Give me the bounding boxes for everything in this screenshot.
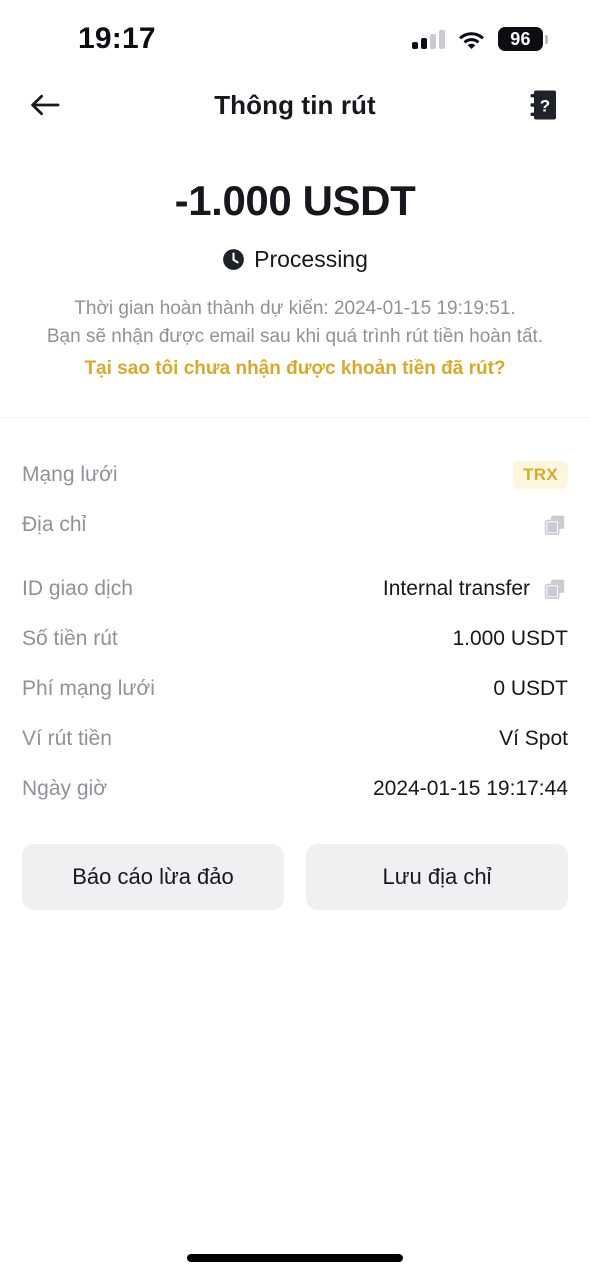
detail-value-txid: Internal transfer [382, 576, 530, 600]
copy-icon [544, 515, 565, 535]
completion-note-line-2: Bạn sẽ nhận được email sau khi quá trình… [46, 325, 544, 347]
copy-txid-button[interactable] [542, 576, 568, 602]
phone-screen: 19:17 96 Thông tin rút ? -1.000 USDT Pro… [0, 0, 590, 1280]
detail-label-wallet: Ví rút tiền [22, 726, 112, 750]
detail-label-amount: Số tiền rút [22, 626, 118, 650]
transaction-status: Processing [0, 246, 590, 273]
report-scam-button[interactable]: Báo cáo lừa đảo [22, 843, 284, 910]
detail-label-network: Mạng lưới [22, 462, 118, 486]
svg-text:?: ? [540, 97, 550, 116]
status-bar-time: 19:17 [78, 22, 156, 55]
copy-icon [544, 579, 565, 599]
detail-label-txid: ID giao dịch [22, 576, 133, 600]
detail-label-network-fee: Phí mạng lưới [22, 676, 155, 700]
action-buttons: Báo cáo lừa đảo Lưu địa chỉ [0, 814, 590, 910]
transaction-amount: -1.000 USDT [174, 177, 416, 224]
detail-row-datetime: Ngày giờ 2024-01-15 19:17:44 [22, 764, 568, 814]
status-label: Processing [254, 246, 368, 273]
detail-row-address: Địa chỉ [22, 500, 568, 550]
detail-value-network-fee: 0 USDT [493, 676, 568, 700]
status-bar-icons: 96 [412, 27, 548, 51]
transaction-details: Mạng lưới TRX Địa chỉ ID giao dịch Inter… [0, 418, 590, 814]
detail-row-txid: ID giao dịch Internal transfer [22, 564, 568, 614]
back-button[interactable] [22, 82, 68, 128]
detail-label-datetime: Ngày giờ [22, 776, 107, 800]
page-title: Thông tin rút [214, 89, 376, 120]
detail-row-wallet: Ví rút tiền Ví Spot [22, 714, 568, 764]
network-badge: TRX [513, 460, 568, 489]
battery-level-label: 96 [510, 29, 531, 49]
completion-note: Thời gian hoàn thành dự kiến: 2024-01-15… [0, 295, 590, 383]
nav-bar: Thông tin rút ? [0, 72, 590, 138]
status-bar: 19:17 96 [0, 0, 590, 72]
detail-row-network: Mạng lưới TRX [22, 450, 568, 500]
detail-row-amount: Số tiền rút 1.000 USDT [22, 614, 568, 664]
detail-label-address: Địa chỉ [22, 512, 87, 536]
help-book-icon: ? [530, 90, 556, 120]
detail-value-datetime: 2024-01-15 19:17:44 [373, 776, 568, 800]
completion-note-line-1: Thời gian hoàn thành dự kiến: 2024-01-15… [74, 298, 516, 320]
detail-value-amount: 1.000 USDT [452, 626, 568, 650]
back-arrow-icon [31, 94, 60, 116]
save-address-button[interactable]: Lưu địa chỉ [306, 843, 568, 910]
copy-address-button[interactable] [542, 512, 568, 538]
home-indicator[interactable] [187, 1254, 403, 1262]
details-spacer [22, 550, 568, 564]
transaction-summary: -1.000 USDT Processing Thời gian hoàn th… [0, 138, 590, 417]
detail-value-wallet: Ví Spot [499, 726, 568, 750]
wifi-icon [459, 32, 484, 49]
battery-icon: 96 [498, 27, 548, 51]
help-button[interactable]: ? [522, 83, 566, 127]
detail-row-network-fee: Phí mạng lưới 0 USDT [22, 664, 568, 714]
clock-icon [223, 249, 245, 271]
cellular-signal-icon [412, 29, 445, 49]
why-no-funds-link[interactable]: Tại sao tôi chưa nhận được khoản tiền đã… [0, 355, 590, 383]
